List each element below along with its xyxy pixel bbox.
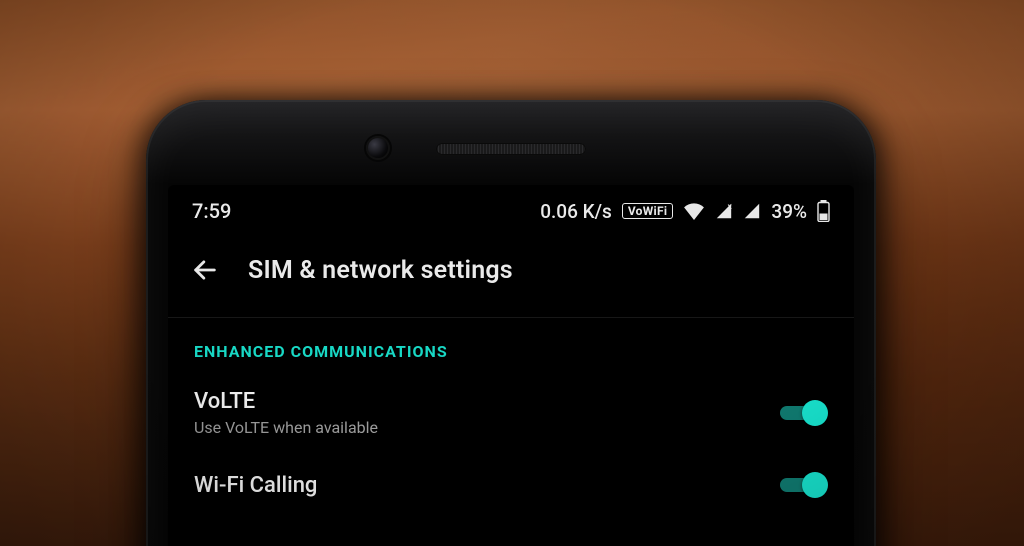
- status-right-cluster: 0.06 K/s VoWiFi x 39%: [540, 200, 830, 223]
- setting-subtitle-volte: Use VoLTE when available: [194, 418, 778, 437]
- setting-row-wifi-calling[interactable]: Wi-Fi Calling: [168, 453, 854, 515]
- setting-title-volte: VoLTE: [194, 389, 778, 414]
- signal-sim1-no-data-icon: x: [715, 202, 733, 220]
- arrow-left-icon: [191, 256, 219, 284]
- section-header-enhanced-communications: ENHANCED COMMUNICATIONS: [168, 318, 854, 371]
- back-button[interactable]: [188, 253, 222, 287]
- wifi-icon: [683, 202, 705, 220]
- setting-row-volte[interactable]: VoLTE Use VoLTE when available: [168, 371, 854, 453]
- page-title: SIM & network settings: [248, 256, 513, 285]
- app-bar: SIM & network settings: [168, 237, 854, 315]
- toggle-wifi-calling[interactable]: [778, 471, 828, 499]
- vowifi-badge-icon: VoWiFi: [622, 203, 674, 219]
- toggle-volte[interactable]: [778, 399, 828, 427]
- battery-icon: [817, 200, 830, 222]
- status-battery-percent: 39%: [771, 200, 807, 223]
- status-bar: 7:59 0.06 K/s VoWiFi x 39%: [168, 185, 854, 237]
- status-data-speed: 0.06 K/s: [540, 200, 612, 223]
- setting-title-wifi-calling: Wi-Fi Calling: [194, 473, 778, 498]
- signal-sim2-icon: [743, 202, 761, 220]
- photo-scene: 7:59 0.06 K/s VoWiFi x 39%: [0, 0, 1024, 546]
- status-time: 7:59: [192, 199, 231, 223]
- phone-device: 7:59 0.06 K/s VoWiFi x 39%: [146, 100, 876, 546]
- earpiece-speaker: [436, 143, 586, 155]
- svg-text:x: x: [728, 202, 733, 211]
- front-camera: [366, 136, 390, 160]
- phone-screen: 7:59 0.06 K/s VoWiFi x 39%: [168, 185, 854, 546]
